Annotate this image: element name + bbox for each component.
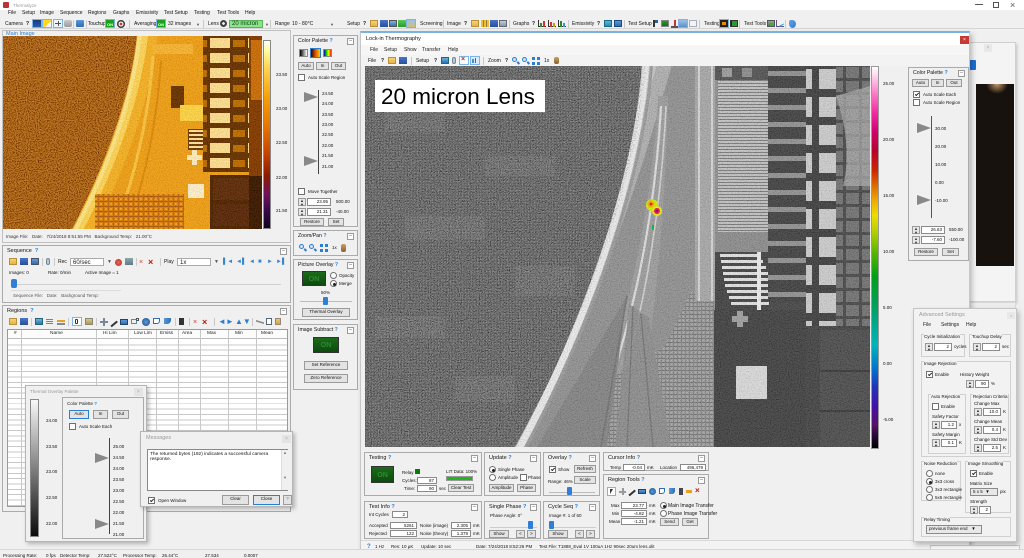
svg-text:20 micron Lens: 20 micron Lens (381, 84, 535, 109)
